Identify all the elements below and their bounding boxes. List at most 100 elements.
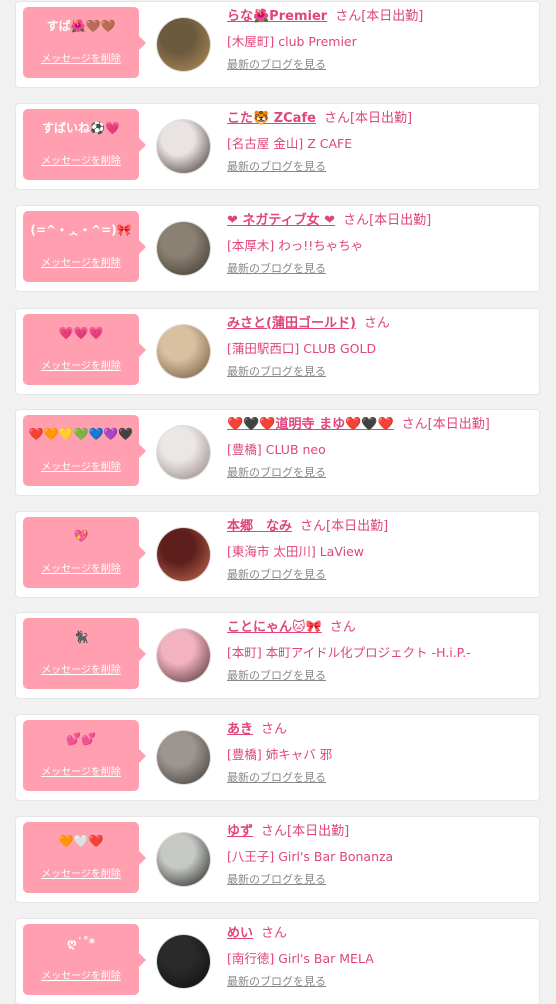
avatar[interactable] [157, 528, 210, 581]
message-bubble: 💕💕 メッセージを削除 [23, 720, 146, 791]
latest-blog-link[interactable]: 最新のブログを見る [227, 158, 326, 174]
shop-name: [本厚木] わっ!!ちゃちゃ [227, 238, 364, 253]
name-line: めい さん [227, 925, 531, 943]
list-item: 💖 メッセージを削除 本郷 なみ さん[本日出勤] [東海市 太田川] LaVie… [16, 512, 539, 597]
list-item: 💕💕 メッセージを削除 あき さん [豊橋] 姉キャバ 邪 最新のブログを見る [16, 715, 539, 800]
delete-message-link[interactable]: メッセージを削除 [23, 357, 139, 372]
latest-blog-link[interactable]: 最新のブログを見る [227, 56, 326, 72]
delete-message-link[interactable]: メッセージを削除 [23, 763, 139, 778]
message-text: ღ˙˚* [66, 936, 96, 950]
name-suffix: さん [261, 926, 288, 941]
avatar[interactable] [157, 629, 210, 682]
delete-message-link[interactable]: メッセージを削除 [23, 967, 139, 982]
name-suffix: さん [261, 722, 288, 737]
avatar[interactable] [157, 935, 210, 988]
name-line: ❤️🖤❤️道明寺 まゆ❤️🖤❤️ さん[本日出勤] [227, 416, 531, 434]
message-bubble: すばいね⚽💗 メッセージを削除 [23, 109, 146, 180]
list-item: すば🌺🤎🤎 メッセージを削除 らな🌺Premier さん[本日出勤] [木屋町] … [16, 2, 539, 87]
list-item: ❤️🧡💛💚💙💜🖤 メッセージを削除 ❤️🖤❤️道明寺 まゆ❤️🖤❤️ さん[本日出… [16, 410, 539, 495]
avatar[interactable] [157, 731, 210, 784]
message-text: 💕💕 [66, 732, 96, 746]
delete-message-link[interactable]: メッセージを削除 [23, 50, 139, 65]
name-suffix: さん[本日出勤] [343, 213, 432, 228]
message-bubble: ❤️🧡💛💚💙💜🖤 メッセージを削除 [23, 415, 146, 486]
message-bubble: 🐈‍⬛ メッセージを削除 [23, 618, 146, 689]
latest-blog-link[interactable]: 最新のブログを見る [227, 363, 326, 379]
name-line: こた🐯 ZCafe さん[本日出勤] [227, 110, 531, 128]
cast-name-link[interactable]: ❤ ネガティブ女 ❤ [227, 213, 335, 228]
message-text: すば🌺🤎🤎 [46, 19, 116, 33]
latest-blog-link[interactable]: 最新のブログを見る [227, 260, 326, 276]
name-suffix: さん[本日出勤] [401, 417, 490, 432]
shop-name: [豊橋] CLUB neo [227, 442, 326, 457]
shop-name: [木屋町] club Premier [227, 34, 357, 49]
cast-name-link[interactable]: らな🌺Premier [227, 9, 327, 24]
avatar[interactable] [157, 426, 210, 479]
message-text: 💖 [73, 529, 89, 543]
message-text: 💗💗💗 [58, 326, 104, 340]
name-line: ことにゃん🐱🎀 さん [227, 619, 531, 637]
name-line: 本郷 なみ さん[本日出勤] [227, 518, 531, 536]
name-line: あき さん [227, 721, 531, 739]
avatar[interactable] [157, 120, 210, 173]
latest-blog-link[interactable]: 最新のブログを見る [227, 566, 326, 582]
list-item: 🧡🤍❤️ メッセージを削除 ゆず さん[本日出勤] [八王子] Girl's Ba… [16, 817, 539, 902]
delete-message-link[interactable]: メッセージを削除 [23, 152, 139, 167]
name-suffix: さん[本日出勤] [261, 824, 350, 839]
cast-name-link[interactable]: ゆず [227, 824, 253, 839]
cast-name-link[interactable]: ❤️🖤❤️道明寺 まゆ❤️🖤❤️ [227, 417, 394, 432]
message-text: すばいね⚽💗 [42, 121, 120, 135]
cast-name-link[interactable]: 本郷 なみ [227, 519, 292, 534]
message-bubble: ღ˙˚* メッセージを削除 [23, 924, 146, 995]
delete-message-link[interactable]: メッセージを削除 [23, 865, 139, 880]
list-item: (=^・ᆺ・^=)🎀 メッセージを削除 ❤ ネガティブ女 ❤ さん[本日出勤] [… [16, 206, 539, 291]
shop-name: [南行徳] Girl's Bar MELA [227, 951, 374, 966]
name-line: らな🌺Premier さん[本日出勤] [227, 8, 531, 26]
name-line: ゆず さん[本日出勤] [227, 823, 531, 841]
delete-message-link[interactable]: メッセージを削除 [23, 661, 139, 676]
name-suffix: さん[本日出勤] [300, 519, 389, 534]
name-suffix: さん [363, 316, 390, 331]
avatar[interactable] [157, 222, 210, 275]
name-line: みさと(蒲田ゴールド) さん [227, 315, 531, 333]
latest-blog-link[interactable]: 最新のブログを見る [227, 769, 326, 785]
delete-message-link[interactable]: メッセージを削除 [23, 458, 139, 473]
message-text: ❤️🧡💛💚💙💜🖤 [28, 427, 134, 441]
message-bubble: 💗💗💗 メッセージを削除 [23, 314, 146, 385]
message-text: 🧡🤍❤️ [58, 834, 104, 848]
latest-blog-link[interactable]: 最新のブログを見る [227, 871, 326, 887]
list-item: ღ˙˚* メッセージを削除 めい さん [南行徳] Girl's Bar MELA… [16, 919, 539, 1004]
delete-message-link[interactable]: メッセージを削除 [23, 254, 139, 269]
name-line: ❤ ネガティブ女 ❤ さん[本日出勤] [227, 212, 531, 230]
latest-blog-link[interactable]: 最新のブログを見る [227, 667, 326, 683]
avatar[interactable] [157, 18, 210, 71]
message-bubble: 🧡🤍❤️ メッセージを削除 [23, 822, 146, 893]
list-item: 🐈‍⬛ メッセージを削除 ことにゃん🐱🎀 さん [本町] 本町アイドル化プロジェク… [16, 613, 539, 698]
greeting-list: すば🌺🤎🤎 メッセージを削除 らな🌺Premier さん[本日出勤] [木屋町] … [0, 0, 556, 1004]
message-bubble: すば🌺🤎🤎 メッセージを削除 [23, 7, 146, 78]
avatar[interactable] [157, 325, 210, 378]
shop-name: [本町] 本町アイドル化プロジェクト -H.i.P.- [227, 645, 471, 660]
list-item: すばいね⚽💗 メッセージを削除 こた🐯 ZCafe さん[本日出勤] [名古屋 金… [16, 104, 539, 189]
cast-name-link[interactable]: ことにゃん🐱🎀 [227, 620, 322, 635]
message-bubble: (=^・ᆺ・^=)🎀 メッセージを削除 [23, 211, 146, 282]
cast-name-link[interactable]: あき [227, 722, 253, 737]
name-suffix: さん [329, 620, 356, 635]
cast-name-link[interactable]: みさと(蒲田ゴールド) [227, 316, 356, 331]
shop-name: [豊橋] 姉キャバ 邪 [227, 747, 333, 762]
message-text: (=^・ᆺ・^=)🎀 [30, 223, 132, 237]
cast-name-link[interactable]: こた🐯 ZCafe [227, 111, 316, 126]
list-item: 💗💗💗 メッセージを削除 みさと(蒲田ゴールド) さん [蒲田駅西口] CLUB … [16, 309, 539, 394]
message-text: 🐈‍⬛ [73, 630, 89, 644]
shop-name: [八王子] Girl's Bar Bonanza [227, 849, 394, 864]
message-bubble: 💖 メッセージを削除 [23, 517, 146, 588]
delete-message-link[interactable]: メッセージを削除 [23, 560, 139, 575]
latest-blog-link[interactable]: 最新のブログを見る [227, 464, 326, 480]
shop-name: [蒲田駅西口] CLUB GOLD [227, 341, 377, 356]
shop-name: [名古屋 金山] Z CAFE [227, 136, 353, 151]
avatar[interactable] [157, 833, 210, 886]
name-suffix: さん[本日出勤] [335, 9, 424, 24]
shop-name: [東海市 太田川] LaView [227, 544, 364, 559]
cast-name-link[interactable]: めい [227, 926, 253, 941]
latest-blog-link[interactable]: 最新のブログを見る [227, 973, 326, 989]
